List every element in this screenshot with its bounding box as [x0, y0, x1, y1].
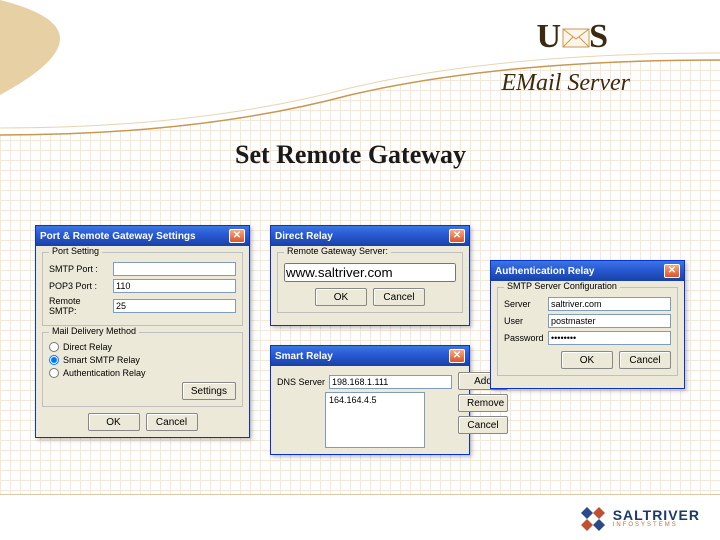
radio-smart-relay[interactable]: Smart SMTP Relay — [49, 355, 236, 365]
list-item[interactable]: 164.164.4.5 — [327, 394, 423, 406]
dns-server-input[interactable] — [329, 375, 452, 389]
group-title-smtp: SMTP Server Configuration — [504, 281, 620, 291]
logo-letter-u: U — [537, 18, 564, 55]
dns-server-label: DNS Server — [277, 377, 325, 387]
user-input[interactable] — [548, 314, 671, 328]
password-label: Password — [504, 333, 544, 343]
title-text: Smart Relay — [275, 351, 333, 362]
settings-button[interactable]: Settings — [182, 382, 236, 400]
radio-direct-relay[interactable]: Direct Relay — [49, 342, 236, 352]
title-text: Authentication Relay — [495, 266, 594, 277]
cancel-button[interactable]: Cancel — [458, 416, 508, 434]
titlebar-port[interactable]: Port & Remote Gateway Settings ✕ — [36, 226, 249, 246]
cancel-button[interactable]: Cancel — [619, 351, 671, 369]
smtp-port-label: SMTP Port : — [49, 264, 109, 274]
cancel-button[interactable]: Cancel — [373, 288, 425, 306]
pop3-port-label: POP3 Port : — [49, 281, 109, 291]
group-title-remote: Remote Gateway Server: — [284, 246, 391, 256]
dialog-port-settings: Port & Remote Gateway Settings ✕ Port Se… — [35, 225, 250, 438]
group-remote-gateway: Remote Gateway Server: OK Cancel — [277, 252, 463, 313]
server-label: Server — [504, 299, 544, 309]
logo-ums: US — [537, 18, 610, 58]
group-port-setting: Port Setting SMTP Port : POP3 Port : Rem… — [42, 252, 243, 326]
ok-button[interactable]: OK — [561, 351, 613, 369]
group-title-port: Port Setting — [49, 246, 102, 256]
radio-auth-relay[interactable]: Authentication Relay — [49, 368, 236, 378]
ok-button[interactable]: OK — [88, 413, 140, 431]
title-text: Direct Relay — [275, 231, 333, 242]
product-name: EMail Server — [501, 70, 630, 97]
gateway-server-input[interactable] — [284, 263, 456, 282]
group-title-mail: Mail Delivery Method — [49, 326, 139, 336]
dns-listbox[interactable]: 164.164.4.5 — [325, 392, 425, 448]
titlebar-auth[interactable]: Authentication Relay ✕ — [491, 261, 684, 281]
server-input[interactable] — [548, 297, 671, 311]
page-title: Set Remote Gateway — [235, 140, 466, 170]
close-icon[interactable]: ✕ — [449, 229, 465, 243]
user-label: User — [504, 316, 544, 326]
remove-button[interactable]: Remove — [458, 394, 508, 412]
remote-smtp-label: Remote SMTP: — [49, 296, 109, 316]
titlebar-smart[interactable]: Smart Relay ✕ — [271, 346, 469, 366]
saltriver-icon — [579, 505, 607, 531]
dialog-smart-relay: Smart Relay ✕ DNS Server 164.164.4.5 Add… — [270, 345, 470, 455]
close-icon[interactable]: ✕ — [229, 229, 245, 243]
saltriver-logo-group: SALTRIVER INFOSYSTEMS — [579, 505, 700, 531]
ok-button[interactable]: OK — [315, 288, 367, 306]
remote-smtp-input[interactable] — [113, 299, 236, 313]
close-icon[interactable]: ✕ — [449, 349, 465, 363]
smtp-port-input[interactable] — [113, 262, 236, 276]
envelope-icon — [561, 20, 591, 58]
footer: SALTRIVER INFOSYSTEMS — [0, 494, 720, 540]
group-mail-delivery: Mail Delivery Method Direct Relay Smart … — [42, 332, 243, 407]
company-name: SALTRIVER — [613, 508, 700, 522]
titlebar-direct[interactable]: Direct Relay ✕ — [271, 226, 469, 246]
group-smtp-config: SMTP Server Configuration Server User Pa… — [497, 287, 678, 376]
title-text: Port & Remote Gateway Settings — [40, 231, 196, 242]
dialog-direct-relay: Direct Relay ✕ Remote Gateway Server: OK… — [270, 225, 470, 326]
logo-letter-s: S — [589, 18, 610, 55]
dialog-auth-relay: Authentication Relay ✕ SMTP Server Confi… — [490, 260, 685, 389]
header-curve — [0, 0, 720, 200]
password-input[interactable] — [548, 331, 671, 345]
pop3-port-input[interactable] — [113, 279, 236, 293]
close-icon[interactable]: ✕ — [664, 264, 680, 278]
cancel-button[interactable]: Cancel — [146, 413, 198, 431]
